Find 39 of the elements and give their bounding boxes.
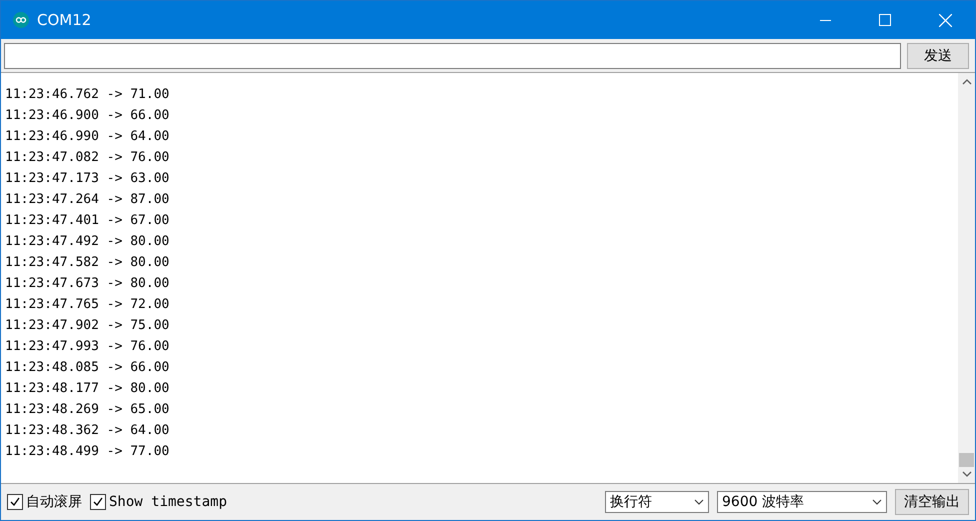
- chevron-down-icon: [872, 499, 882, 505]
- output-line: 11:23:47.401 -> 67.00: [5, 212, 170, 230]
- close-icon: [938, 14, 952, 26]
- output-line: 11:23:48.499 -> 77.00: [5, 443, 170, 461]
- scrollbar[interactable]: [958, 73, 975, 483]
- clear-output-button[interactable]: 清空输出: [895, 489, 969, 515]
- maximize-icon: [879, 14, 891, 26]
- checkbox-label: Show timestamp: [109, 494, 228, 510]
- output-line: 11:23:47.082 -> 76.00: [5, 149, 170, 167]
- output-line: 11:23:48.269 -> 65.00: [5, 401, 170, 419]
- scroll-thumb[interactable]: [959, 453, 974, 467]
- line-ending-dropdown[interactable]: 换行符: [605, 491, 709, 513]
- output-line: 11:23:47.264 -> 87.00: [5, 191, 170, 209]
- scroll-up-icon[interactable]: [962, 79, 972, 85]
- output-line: 11:23:46.990 -> 64.00: [5, 128, 170, 146]
- checkmark-icon: [92, 496, 104, 508]
- output-line: 11:23:48.362 -> 64.00: [5, 422, 170, 440]
- send-button[interactable]: 发送: [907, 43, 969, 69]
- output-line: 11:23:46.900 -> 66.00: [5, 107, 170, 125]
- output-line: 11:23:46.762 -> 71.00: [5, 86, 170, 104]
- output-line: 11:23:47.673 -> 80.00: [5, 275, 170, 293]
- checkbox[interactable]: [90, 494, 106, 510]
- chevron-down-icon: [694, 499, 704, 505]
- checkmark-icon: [9, 496, 21, 508]
- checkbox-label: 自动滚屏: [26, 493, 82, 511]
- baud-rate-dropdown[interactable]: 9600 波特率: [717, 491, 887, 513]
- scroll-down-icon[interactable]: [962, 471, 972, 477]
- output-line: 11:23:47.173 -> 63.00: [5, 170, 170, 188]
- output-line: 11:23:48.085 -> 66.00: [5, 359, 170, 377]
- output-line: 11:23:47.993 -> 76.00: [5, 338, 170, 356]
- output-line: 11:23:48.177 -> 80.00: [5, 380, 170, 398]
- output-line: 11:23:47.582 -> 80.00: [5, 254, 170, 272]
- input-field[interactable]: [4, 43, 901, 69]
- window-title: COM12: [37, 11, 92, 29]
- checkbox[interactable]: [7, 494, 23, 510]
- app-logo-icon: [13, 12, 29, 28]
- output-line: 11:23:47.902 -> 75.00: [5, 317, 170, 335]
- output-line: 11:23:47.492 -> 80.00: [5, 233, 170, 251]
- output-line: 11:23:47.765 -> 72.00: [5, 296, 170, 314]
